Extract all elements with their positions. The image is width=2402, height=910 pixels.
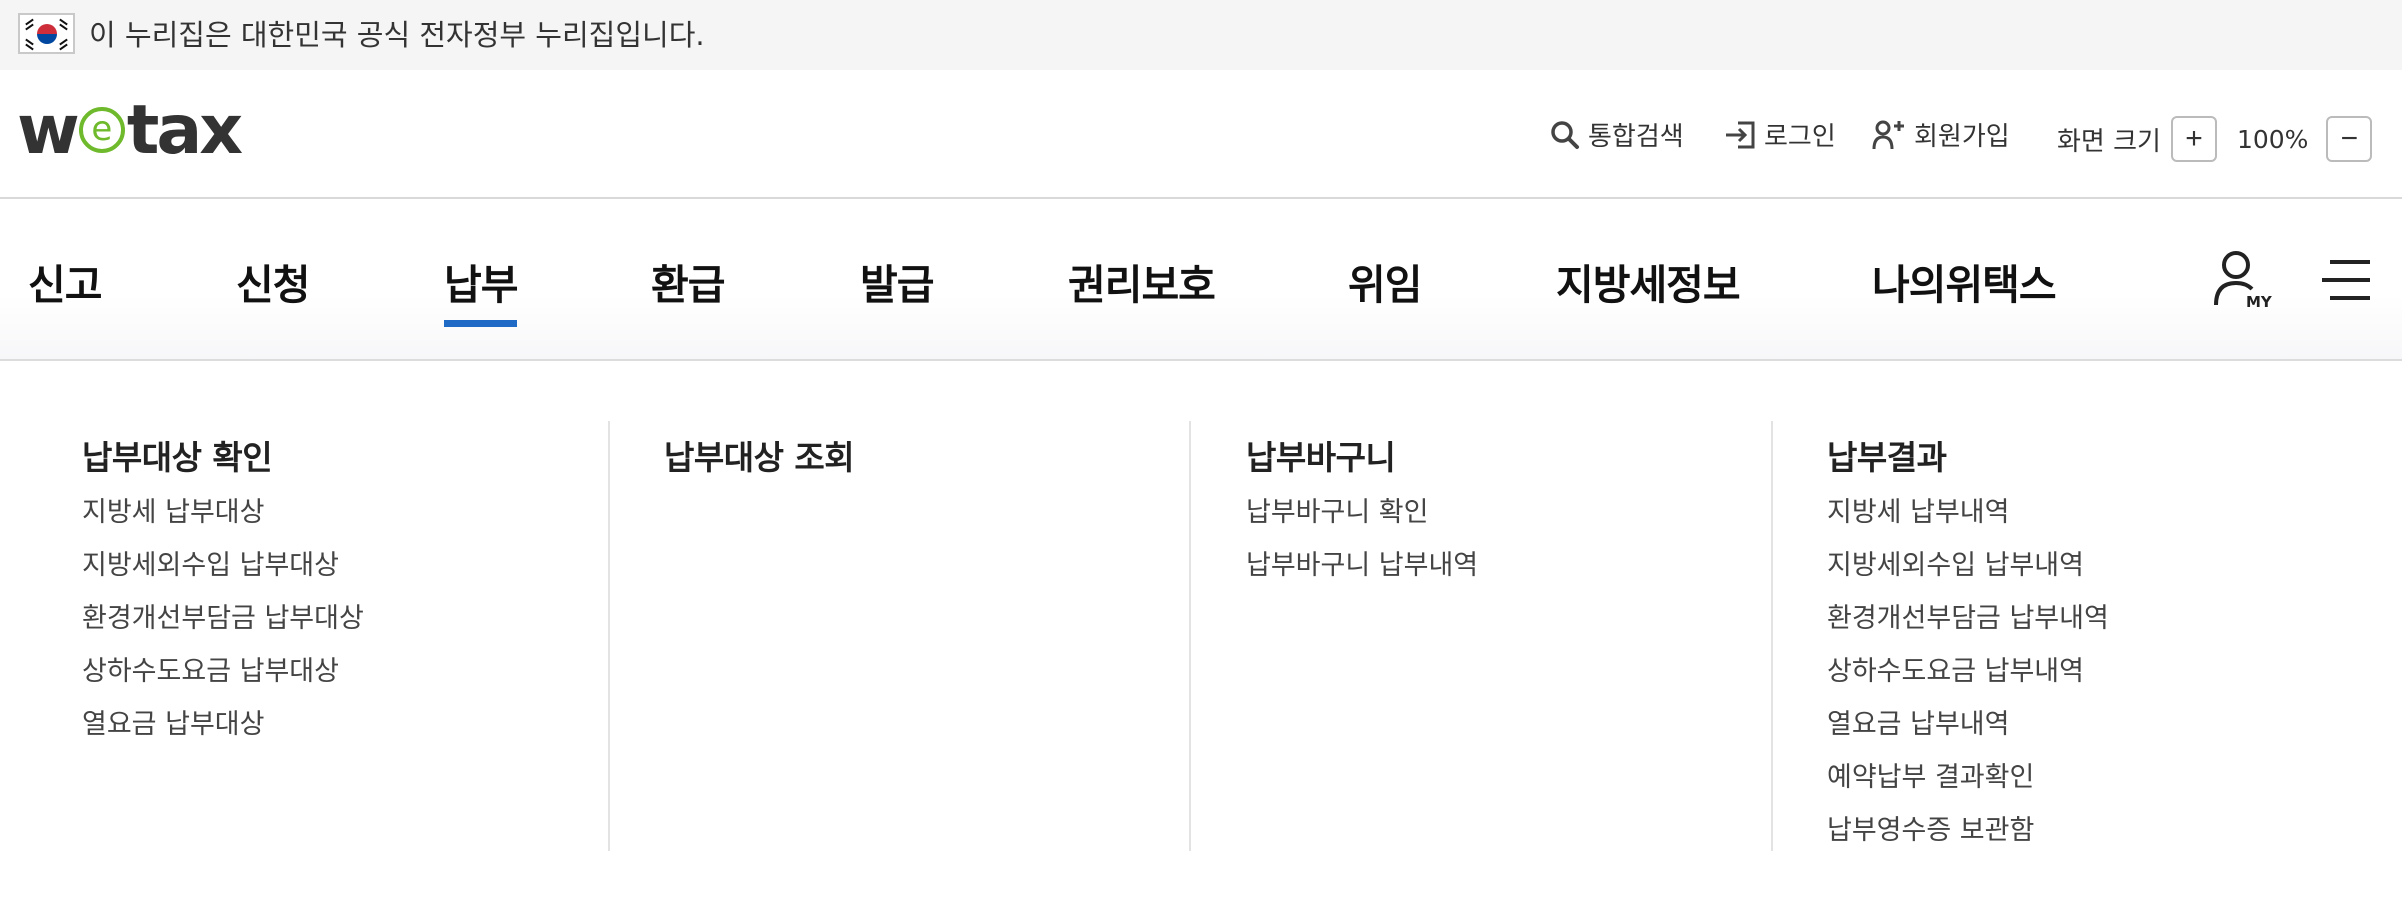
menu-link[interactable]: 예약납부 결과확인	[1827, 758, 2109, 811]
logo-text-tax: tax	[126, 90, 243, 170]
logo-text-w: w	[17, 90, 80, 170]
column-divider	[1189, 421, 1191, 851]
nav-item-issue[interactable]: 발급	[860, 251, 934, 311]
zoom-control: 화면 크기 + 100% −	[2057, 116, 2373, 162]
nav-item-my-wetax[interactable]: 나의위택스	[1872, 251, 2057, 311]
zoom-label: 화면 크기	[2057, 126, 2161, 157]
wetax-logo[interactable]: w e tax	[17, 90, 243, 170]
menu-link[interactable]: 열요금 납부내역	[1827, 705, 2109, 758]
menu-link[interactable]: 열요금 납부대상	[82, 705, 364, 758]
nav-item-report[interactable]: 신고	[28, 251, 102, 311]
nav-item-refund[interactable]: 환급	[651, 251, 725, 311]
header: w e tax 통합검색 로그인 회원가입 화면 크기 + 100% −	[0, 70, 2402, 199]
nav-item-delegate[interactable]: 위임	[1348, 251, 1422, 311]
search-link[interactable]: 통합검색	[1550, 116, 1684, 153]
column-divider	[608, 421, 610, 851]
svg-text:MY: MY	[2246, 293, 2273, 311]
menu-link[interactable]: 상하수도요금 납부대상	[82, 652, 364, 705]
nav-item-rights[interactable]: 권리보호	[1068, 251, 1216, 311]
join-label: 회원가입	[1914, 122, 2010, 152]
menu-link[interactable]: 지방세외수입 납부대상	[82, 546, 364, 599]
menu-link[interactable]: 환경개선부담금 납부대상	[82, 599, 364, 652]
menu-link[interactable]: 지방세외수입 납부내역	[1827, 546, 2109, 599]
korea-flag-icon	[18, 13, 75, 54]
mega-menu-payment: 납부대상 확인 지방세 납부대상 지방세외수입 납부대상 환경개선부담금 납부대…	[0, 361, 2402, 910]
my-page-button[interactable]: MY	[2212, 249, 2274, 315]
menu-list-payment-basket: 납부바구니 확인 납부바구니 납부내역	[1246, 493, 1478, 599]
join-link[interactable]: 회원가입	[1872, 116, 2010, 153]
login-icon	[1726, 121, 1755, 148]
menu-link[interactable]: 납부영수증 보관함	[1827, 811, 2109, 864]
gov-banner-text: 이 누리집은 대한민국 공식 전자정부 누리집입니다.	[89, 18, 705, 52]
menu-link[interactable]: 납부바구니 납부내역	[1246, 546, 1478, 599]
search-label: 통합검색	[1588, 122, 1684, 152]
menu-list-payment-result: 지방세 납부내역 지방세외수입 납부내역 환경개선부담금 납부내역 상하수도요금…	[1827, 493, 2109, 864]
hamburger-menu-icon	[2322, 260, 2370, 300]
gov-banner: 이 누리집은 대한민국 공식 전자정부 누리집입니다.	[0, 0, 2402, 70]
nav-item-payment[interactable]: 납부	[444, 251, 518, 327]
nav-item-apply[interactable]: 신청	[236, 251, 310, 311]
join-user-icon	[1872, 120, 1904, 149]
menu-list-payment-target-check: 지방세 납부대상 지방세외수입 납부대상 환경개선부담금 납부대상 상하수도요금…	[82, 493, 364, 758]
login-link[interactable]: 로그인	[1724, 116, 1836, 153]
my-user-icon: MY	[2214, 251, 2273, 311]
menu-title-payment-basket[interactable]: 납부바구니	[1246, 431, 1396, 479]
menu-link[interactable]: 상하수도요금 납부내역	[1827, 652, 2109, 705]
login-label: 로그인	[1764, 122, 1836, 152]
search-icon	[1551, 120, 1579, 149]
menu-title-payment-target-lookup[interactable]: 납부대상 조회	[664, 431, 855, 479]
zoom-out-button[interactable]: −	[2326, 116, 2373, 162]
zoom-in-button[interactable]: +	[2170, 116, 2217, 162]
menu-title-payment-result[interactable]: 납부결과	[1827, 431, 1947, 479]
main-nav: 신고 신청 납부 환급 발급 권리보호 위임 지방세정보 나의위택스 MY	[0, 199, 2402, 361]
logo-e-icon: e	[78, 107, 125, 153]
menu-link[interactable]: 지방세 납부대상	[82, 493, 364, 546]
menu-link[interactable]: 지방세 납부내역	[1827, 493, 2109, 546]
menu-link[interactable]: 환경개선부담금 납부내역	[1827, 599, 2109, 652]
menu-link[interactable]: 납부바구니 확인	[1246, 493, 1478, 546]
nav-item-local-tax-info[interactable]: 지방세정보	[1556, 251, 1741, 311]
zoom-value: 100%	[2236, 124, 2309, 154]
column-divider	[1771, 421, 1773, 851]
menu-title-payment-target-check[interactable]: 납부대상 확인	[82, 431, 273, 479]
hamburger-menu-button[interactable]	[2320, 257, 2372, 307]
